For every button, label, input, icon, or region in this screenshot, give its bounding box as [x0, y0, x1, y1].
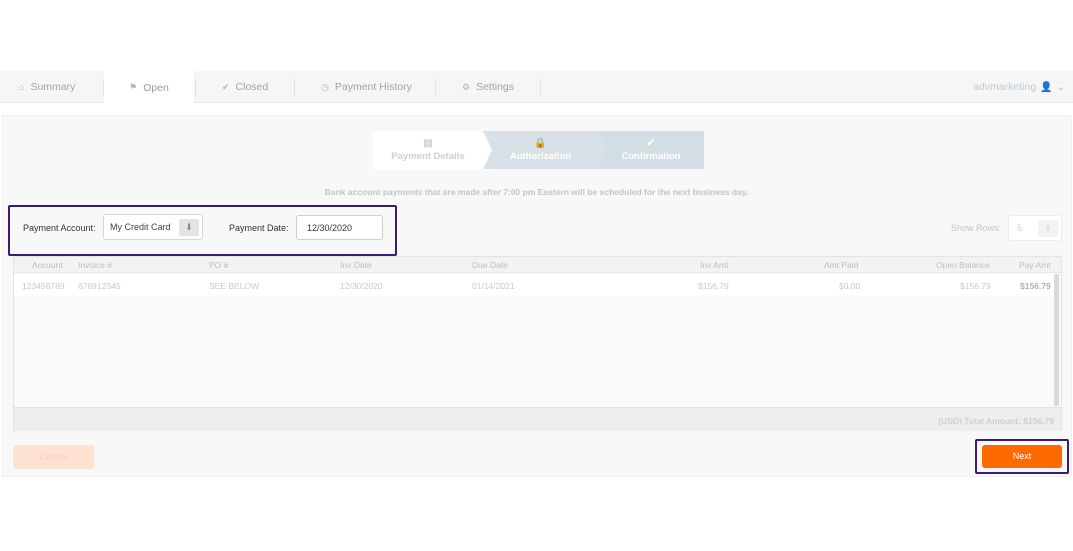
table-header: Account Invoice # PO # Inv Date Due Date…: [14, 257, 1061, 273]
step-confirmation: ✔ Confirmation: [598, 131, 704, 169]
tab-open-label: Open: [143, 81, 169, 94]
calendar-icon: ▤: [423, 138, 433, 149]
dropdown-arrow-icon[interactable]: ⬇: [179, 219, 199, 236]
step-label: Confirmation: [621, 151, 681, 162]
clock-icon: ◷: [321, 81, 329, 92]
tab-divider: [195, 79, 196, 97]
cell-due-date: 01/14/2021: [472, 281, 515, 291]
step-authorization: 🔒 Authorization: [483, 131, 598, 169]
check-icon: ✔: [646, 138, 656, 149]
tab-settings-label: Settings: [476, 81, 515, 93]
column-header[interactable]: Account: [32, 260, 63, 270]
cell-invoice: 678912345: [78, 281, 121, 291]
step-label: Authorization: [509, 151, 572, 162]
show-rows-select[interactable]: 5 ⬇: [1008, 215, 1062, 241]
cancel-button[interactable]: Cancel: [13, 445, 94, 469]
payment-wizard: ▤ Payment Details 🔒 Authorization ✔ Conf…: [373, 131, 704, 169]
tab-divider: [540, 79, 541, 97]
business-day-notice: Bank account payments that are made afte…: [324, 187, 749, 197]
check-icon: ✔: [222, 81, 230, 92]
column-header[interactable]: Pay Amt: [1019, 260, 1051, 270]
table-scrollbar[interactable]: [1054, 274, 1059, 406]
step-arrow: [598, 131, 607, 169]
next-button[interactable]: Next: [982, 445, 1062, 468]
cell-pay-amt[interactable]: $156.79: [1020, 281, 1051, 291]
cell-open-balance: $156.79: [960, 281, 991, 291]
user-menu[interactable]: advmarketing 👤 ⌄: [973, 71, 1065, 103]
username: advmarketing: [973, 81, 1037, 93]
column-header[interactable]: Inv Date: [340, 260, 372, 270]
tab-payment-history[interactable]: ◷ Payment History: [321, 71, 412, 103]
flag-icon: ⚑: [129, 82, 138, 92]
cell-po: SEE BELOW: [209, 281, 260, 291]
column-header[interactable]: Invoice #: [78, 260, 112, 270]
show-rows-label: Show Rows:: [951, 223, 1002, 233]
tab-divider: [435, 79, 436, 97]
dropdown-arrow-icon[interactable]: ⬇: [1038, 220, 1058, 237]
column-header[interactable]: Open Balance: [936, 260, 990, 270]
column-header[interactable]: PO #: [209, 260, 228, 270]
cell-amt-paid: $0.00: [839, 281, 861, 291]
cell-inv-amt: $156.79: [698, 281, 729, 291]
table-row[interactable]: 123456789 678912345 SEE BELOW 12/30/2020…: [14, 274, 1055, 296]
gear-icon: ⚙: [462, 81, 471, 92]
column-header[interactable]: Inv Amt: [700, 260, 728, 270]
cell-inv-date: 12/30/2020: [340, 281, 383, 291]
step-payment-details: ▤ Payment Details: [373, 131, 483, 169]
column-header[interactable]: Amt Paid: [824, 260, 859, 270]
show-rows-value: 5: [1017, 223, 1023, 233]
tab-divider: [294, 79, 295, 97]
tab-settings[interactable]: ⚙ Settings: [462, 71, 514, 103]
chevron-down-icon: ⌄: [1056, 81, 1065, 93]
home-icon: ⌂: [19, 82, 25, 92]
top-navigation: ⌂ Summary ⚑ Open ✔ Closed ◷ Payment Hist…: [0, 71, 1073, 104]
column-header[interactable]: Due Date: [472, 260, 508, 270]
cell-account: 123456789: [22, 281, 65, 291]
user-icon: 👤: [1040, 81, 1053, 93]
tab-closed-label: Closed: [235, 81, 269, 93]
step-label: Payment Details: [391, 151, 465, 162]
tab-summary[interactable]: ⌂ Summary: [19, 71, 75, 103]
payment-account-value: My Credit Card: [110, 222, 171, 232]
payment-date-input[interactable]: 12/30/2020: [296, 215, 383, 240]
payment-account-select[interactable]: My Credit Card ⬇: [103, 214, 203, 240]
tab-open[interactable]: ⚑ Open: [104, 71, 194, 104]
tab-payment-history-label: Payment History: [334, 81, 412, 93]
total-amount: (USD) Total Amount: $156.79: [938, 416, 1054, 426]
lock-icon: 🔒: [534, 138, 547, 149]
tab-closed[interactable]: ✔ Closed: [222, 71, 268, 103]
payment-date-label: Payment Date:: [229, 223, 289, 233]
tab-summary-label: Summary: [30, 81, 76, 93]
invoice-table: Account Invoice # PO # Inv Date Due Date…: [13, 256, 1062, 431]
step-arrow: [483, 131, 492, 169]
payment-account-label: Payment Account:: [23, 223, 96, 233]
table-footer: (USD) Total Amount: $156.79: [14, 407, 1061, 431]
